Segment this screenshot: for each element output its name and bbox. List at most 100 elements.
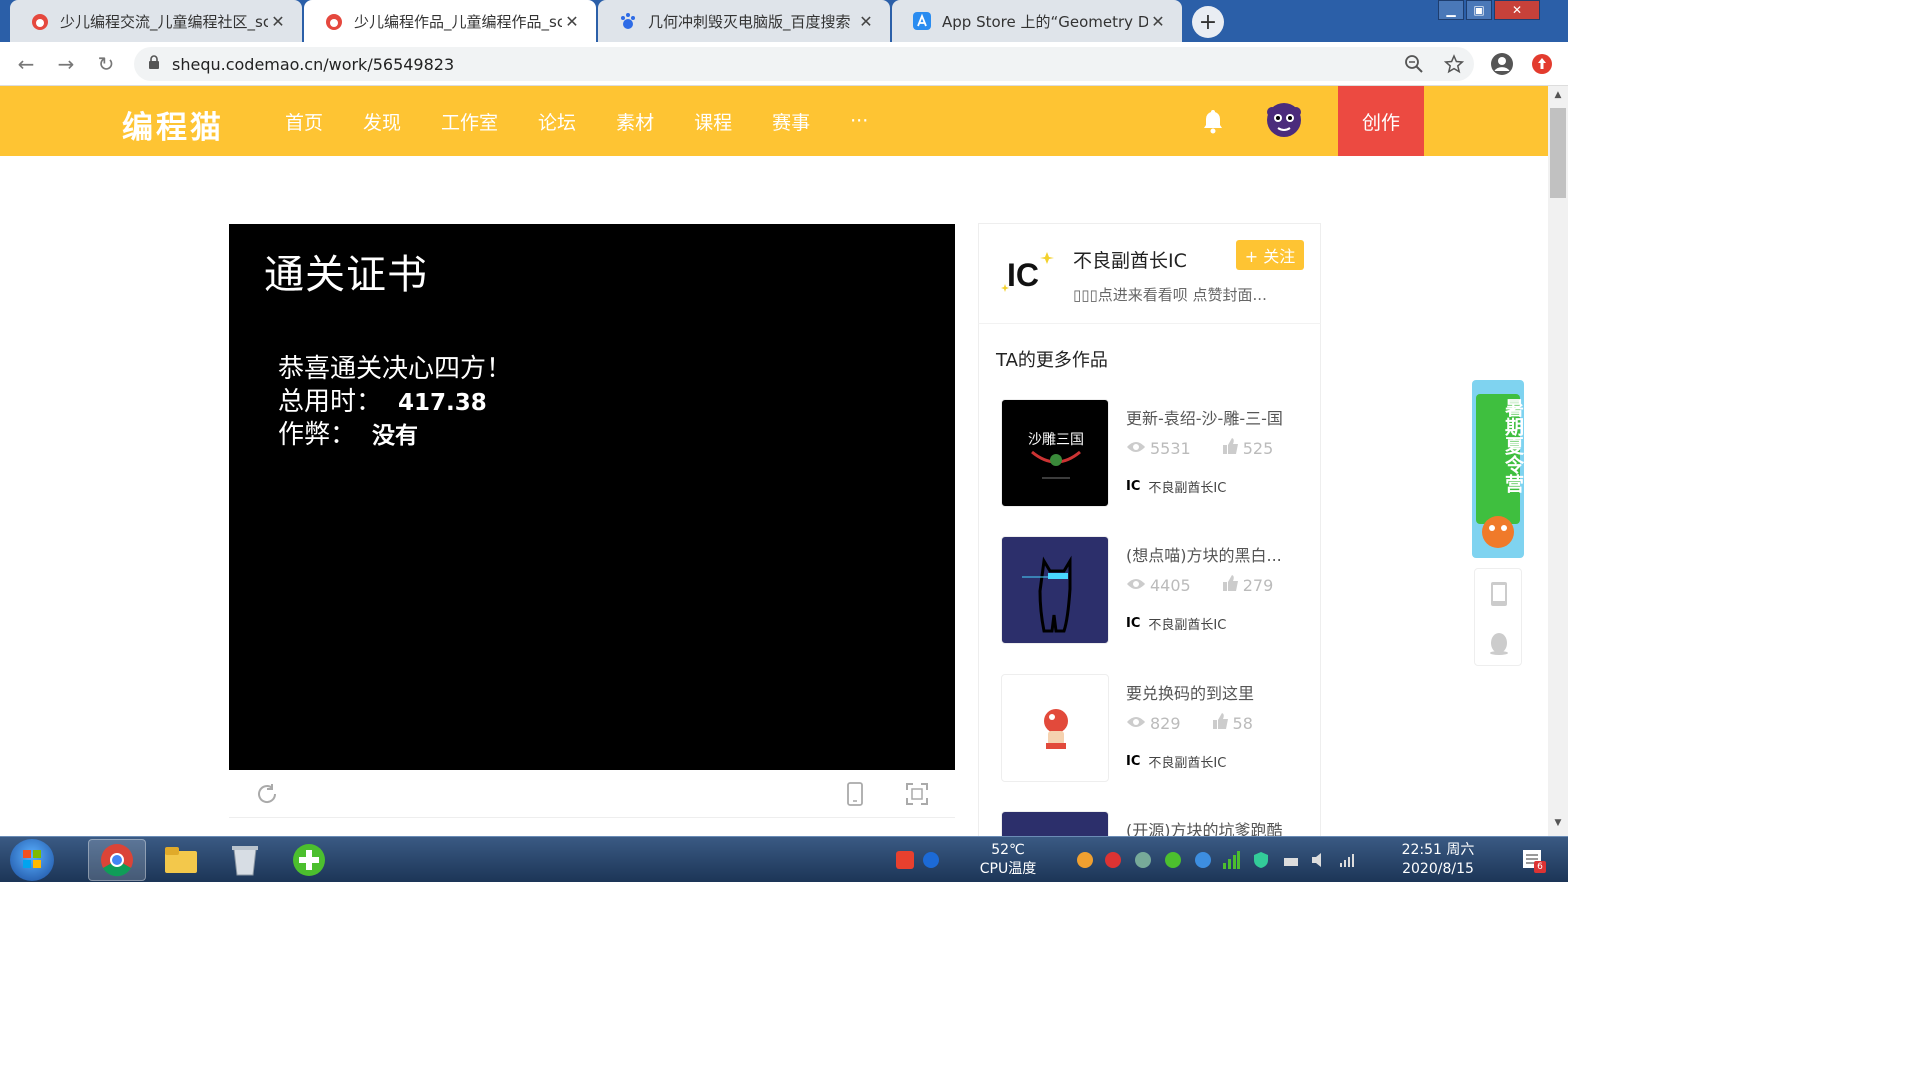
- work-title[interactable]: 更新-袁绍-沙-雕-三-国: [1126, 405, 1283, 429]
- cpu-temp-widget: 52℃ CPU温度: [974, 841, 1042, 879]
- start-button-windows-icon[interactable]: [10, 839, 54, 881]
- work-card[interactable]: 沙雕三国 更新-袁绍-沙-雕-三-国 5531 525 IC 不良副酋长IC: [1001, 399, 1301, 507]
- thumbs-up-icon: [1221, 574, 1239, 596]
- scroll-down-arrow-icon[interactable]: ▼: [1548, 818, 1568, 832]
- follow-button[interactable]: + 关注: [1236, 240, 1304, 270]
- tab-close-icon[interactable]: ✕: [562, 12, 582, 31]
- action-center-icon[interactable]: 6: [1522, 849, 1546, 873]
- address-bar[interactable]: shequ.codemao.cn/work/56549823: [134, 47, 1474, 81]
- nav-home[interactable]: 首页: [285, 108, 323, 135]
- reload-button[interactable]: ↻: [92, 50, 120, 78]
- author-card: IC 不良副酋长IC ▯▯▯点进来看看呗 点赞封面... + 关注: [978, 223, 1321, 323]
- wifi-bars-icon[interactable]: [1338, 851, 1356, 869]
- work-card[interactable]: 要兑换码的到这里 829 58 IC 不良副酋长IC: [1001, 674, 1301, 782]
- tray-app-icon[interactable]: [1076, 851, 1094, 869]
- codemao-logo[interactable]: 编程猫: [122, 102, 224, 147]
- window-close-button[interactable]: ✕: [1494, 0, 1540, 20]
- fullscreen-icon[interactable]: [905, 782, 929, 806]
- thumbs-up-icon: [1211, 712, 1229, 734]
- work-stats: 5531 525: [1126, 437, 1303, 459]
- nav-more[interactable]: ···: [850, 110, 868, 132]
- work-title[interactable]: (开源)方块的坑爹跑酷: [1126, 817, 1283, 837]
- cpu-temp-value: 52℃: [991, 842, 1025, 858]
- nav-contests[interactable]: 赛事: [772, 108, 810, 135]
- shield-icon[interactable]: [1252, 851, 1270, 869]
- work-title[interactable]: 要兑换码的到这里: [1126, 680, 1254, 704]
- nav-courses[interactable]: 课程: [694, 108, 732, 135]
- work-player-stage[interactable]: 通关证书 恭喜通关决心四方！ 总用时： 417.38 作弊： 没有: [229, 224, 955, 770]
- sogou-input-icon[interactable]: [896, 851, 914, 869]
- minimize-button[interactable]: ▁: [1438, 0, 1464, 20]
- browser-tab-strip: 少儿编程交流_儿童编程社区_scr ✕ 少儿编程作品_儿童编程作品_scr ✕ …: [0, 0, 1568, 42]
- network-icon[interactable]: [1282, 851, 1300, 869]
- recycle-bin-taskbar-icon[interactable]: [216, 839, 274, 881]
- chrome-taskbar-icon[interactable]: [88, 839, 146, 881]
- nav-forum[interactable]: 论坛: [538, 108, 576, 135]
- work-title[interactable]: (想点喵)方块的黑白...: [1126, 542, 1282, 566]
- restart-icon[interactable]: [255, 782, 279, 806]
- app-store-icon: [912, 11, 932, 31]
- new-tab-button[interactable]: +: [1192, 6, 1224, 38]
- work-card[interactable]: (想点喵)方块的黑白... 4405 279 IC 不良副酋长IC: [1001, 536, 1301, 644]
- qq-penguin-icon[interactable]: [1489, 631, 1509, 659]
- author-avatar[interactable]: IC: [997, 244, 1057, 304]
- maximize-button[interactable]: ▣: [1466, 0, 1492, 20]
- view-count: 4405: [1150, 575, 1191, 595]
- nav-assets[interactable]: 素材: [616, 108, 654, 135]
- volume-icon[interactable]: [1310, 851, 1328, 869]
- work-thumbnail[interactable]: [1001, 811, 1109, 837]
- clock-time: 22:51 周六: [1401, 842, 1475, 858]
- work-thumbnail[interactable]: 沙雕三国: [1001, 399, 1109, 507]
- create-button[interactable]: 创作: [1338, 86, 1424, 156]
- author-mini-avatar: IC: [1126, 754, 1141, 769]
- update-icon[interactable]: [1528, 50, 1556, 78]
- bookmark-star-icon[interactable]: [1440, 50, 1468, 78]
- work-thumbnail[interactable]: [1001, 536, 1109, 644]
- phone-mode-icon[interactable]: [843, 782, 867, 806]
- profile-icon[interactable]: [1488, 50, 1516, 78]
- congrats-line: 恭喜通关决心四方！: [278, 354, 513, 384]
- help-icon[interactable]: [922, 851, 940, 869]
- work-thumbnail[interactable]: [1001, 674, 1109, 782]
- mobile-icon[interactable]: [1489, 581, 1509, 611]
- summer-camp-promo-banner[interactable]: 暑期夏令营: [1472, 380, 1524, 558]
- scroll-up-arrow-icon[interactable]: ▲: [1548, 90, 1568, 104]
- tab-close-icon[interactable]: ✕: [856, 12, 876, 31]
- zoom-icon[interactable]: [1400, 50, 1428, 78]
- record-icon[interactable]: [1104, 851, 1122, 869]
- notification-bell-icon[interactable]: [1200, 108, 1226, 134]
- signal-bars-icon[interactable]: [1222, 851, 1240, 869]
- security-app-taskbar-icon[interactable]: [280, 839, 338, 881]
- codemao-favicon-icon: [30, 11, 50, 31]
- users-icon[interactable]: [1134, 851, 1152, 869]
- back-button[interactable]: ←: [12, 50, 40, 78]
- user-avatar[interactable]: [1264, 100, 1304, 140]
- nav-studio[interactable]: 工作室: [441, 108, 498, 135]
- tab-close-icon[interactable]: ✕: [1148, 12, 1168, 31]
- clock[interactable]: 22:51 周六 2020/8/15: [1388, 841, 1488, 879]
- nav-discover[interactable]: 发现: [363, 108, 401, 135]
- author-name[interactable]: 不良副酋长IC: [1073, 246, 1187, 273]
- tab-close-icon[interactable]: ✕: [268, 12, 288, 31]
- browser-tab[interactable]: 少儿编程交流_儿童编程社区_scr ✕: [10, 0, 302, 42]
- work-stats: 829 58: [1126, 712, 1283, 734]
- browser-tab-active[interactable]: 少儿编程作品_儿童编程作品_scr ✕: [304, 0, 596, 42]
- shield-plus-icon[interactable]: [1164, 851, 1182, 869]
- browser-tab[interactable]: 几何冲刺毁灭电脑版_百度搜索 ✕: [598, 0, 890, 42]
- main-nav: 首页 发现 工作室 论坛 素材 课程 赛事 ···: [285, 86, 908, 156]
- forward-button[interactable]: →: [52, 50, 80, 78]
- scrollbar-thumb[interactable]: [1550, 108, 1566, 198]
- work-author[interactable]: IC 不良副酋长IC: [1126, 477, 1226, 496]
- bird-icon[interactable]: [1194, 851, 1212, 869]
- file-explorer-taskbar-icon[interactable]: [152, 839, 210, 881]
- page-scrollbar[interactable]: ▲ ▼: [1548, 86, 1568, 836]
- clock-date: 2020/8/15: [1402, 861, 1474, 877]
- work-card[interactable]: (开源)方块的坑爹跑酷: [1001, 811, 1301, 837]
- work-author[interactable]: IC 不良副酋长IC: [1126, 614, 1226, 633]
- work-author[interactable]: IC 不良副酋长IC: [1126, 752, 1226, 771]
- browser-tab[interactable]: App Store 上的“Geometry Da ✕: [892, 0, 1182, 42]
- cheat-line: 作弊： 没有: [278, 414, 418, 451]
- baidu-paw-icon: [618, 11, 638, 31]
- lock-icon: [148, 55, 160, 73]
- work-stats: 4405 279: [1126, 574, 1303, 596]
